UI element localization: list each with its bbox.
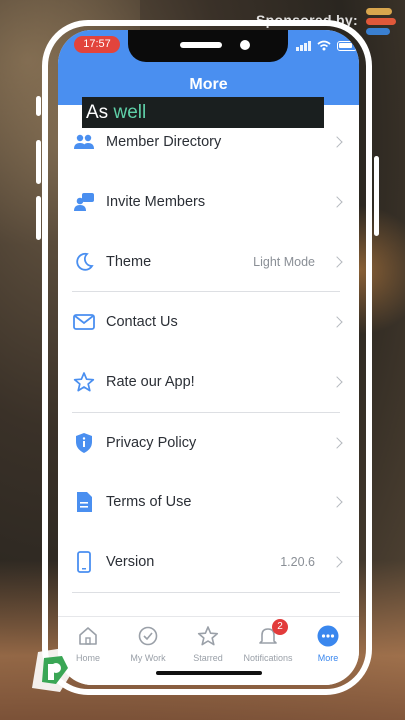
menu-item-rate-app[interactable]: Rate our App! [58,352,359,412]
speaker-icon [180,42,222,48]
menu-item-terms-of-use[interactable]: Terms of Use [58,472,359,532]
chevron-right-icon [331,196,343,208]
home-icon [79,627,97,645]
tab-label: More [317,653,339,663]
menu-item-label: Privacy Policy [106,435,197,451]
home-indicator[interactable] [156,671,262,675]
chevron-right-icon [331,256,343,268]
tab-notifications[interactable]: 2 Notifications [238,619,298,663]
phone-side-button [36,196,41,240]
menu-item-version[interactable]: Version 1.20.6 [58,532,359,592]
signal-icon [296,41,311,51]
wifi-icon [317,40,331,51]
more-icon [317,625,339,647]
chevron-right-icon [331,376,343,388]
camera-icon [240,40,250,50]
check-circle-icon [138,626,158,646]
menu-item-label: Rate our App! [106,374,195,390]
menu-item-label: Version [106,554,155,570]
invite-icon [72,190,96,214]
status-time: 17:57 [74,36,120,53]
sponsor-logo [366,8,396,40]
tab-starred[interactable]: Starred [178,625,238,663]
phone-side-button [374,156,379,236]
people-icon [72,130,96,154]
theme-value: Light Mode [253,255,315,269]
tab-label: Notifications [243,653,293,663]
chevron-right-icon [331,437,343,449]
menu-item-label: Invite Members [106,194,206,210]
menu-item-theme[interactable]: Theme Light Mode [58,232,359,292]
caption-highlight: well [113,102,147,123]
menu-item-label: Contact Us [106,314,178,330]
notification-badge: 2 [272,619,288,635]
channel-logo-icon [32,648,76,692]
star-icon [197,626,219,646]
star-icon [72,370,96,394]
chevron-right-icon [331,496,343,508]
page-title: More [189,76,228,93]
phone-notch [128,30,288,62]
tab-more[interactable]: More [298,625,358,663]
chevron-right-icon [331,316,343,328]
version-value: 1.20.6 [280,555,315,569]
app-header: 17:57 More [58,30,359,105]
document-icon [72,490,96,514]
section-divider [72,592,340,593]
mail-icon [72,310,96,334]
menu-item-privacy-policy[interactable]: Privacy Policy [58,413,359,473]
phone-side-button [36,96,41,116]
phone-screen: 17:57 More Member Directory Invite Membe… [58,30,359,685]
menu-item-invite-members[interactable]: Invite Members [58,172,359,232]
moon-icon [72,250,96,274]
video-caption: As well [82,97,324,128]
caption-text: As [86,102,109,123]
menu-item-label: Member Directory [106,134,222,150]
tab-label: My Work [130,653,166,663]
menu-item-label: Terms of Use [106,494,192,510]
tab-label: Starred [193,653,223,663]
chevron-right-icon [331,556,343,568]
phone-side-button [36,140,41,184]
shield-icon [72,431,96,455]
menu-item-label: Theme [106,254,152,270]
phone-icon [72,550,96,574]
chevron-right-icon [331,136,343,148]
status-icons [296,39,357,51]
menu-item-contact-us[interactable]: Contact Us [58,292,359,352]
tab-my-work[interactable]: My Work [118,625,178,663]
battery-icon [337,41,357,51]
